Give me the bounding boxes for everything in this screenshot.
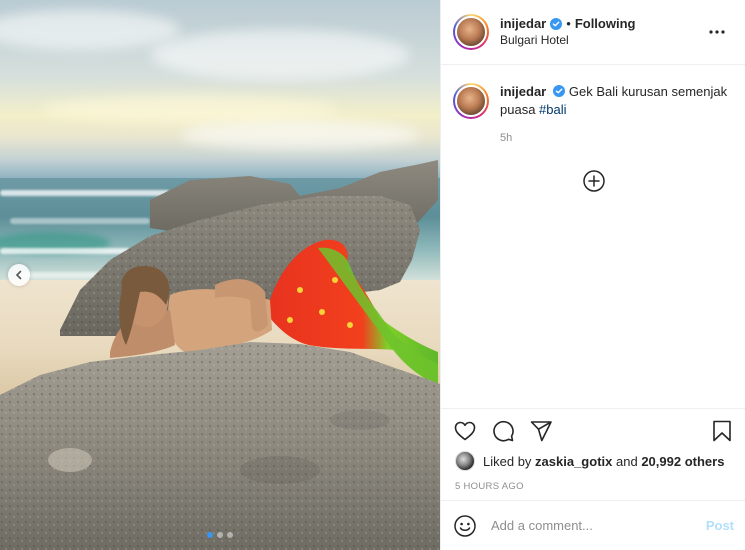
- post-details-panel: inijedar • Following Bulgari Hotel inije…: [440, 0, 745, 550]
- username-link[interactable]: inijedar: [500, 15, 546, 32]
- following-button[interactable]: Following: [575, 15, 636, 32]
- liker-username-link[interactable]: zaskia_gotix: [535, 454, 612, 469]
- carousel-dot: [217, 532, 223, 538]
- verified-icon: [552, 85, 565, 97]
- action-bar: [441, 409, 745, 453]
- post-comment-button[interactable]: Post: [706, 518, 734, 533]
- separator-dot: •: [566, 16, 571, 31]
- more-options-icon: [709, 30, 725, 34]
- comment-input[interactable]: [491, 518, 706, 533]
- likes-prefix: Liked by: [483, 453, 532, 469]
- chevron-left-icon: [15, 270, 22, 280]
- likes-count-link[interactable]: 20,992 others: [641, 454, 724, 469]
- caption: inijedar Gek Bali kurusan semenjak puasa…: [441, 66, 745, 147]
- post-timestamp[interactable]: 5 HOURS AGO: [441, 481, 745, 492]
- hashtag-link[interactable]: #bali: [539, 102, 566, 117]
- share-icon[interactable]: [529, 419, 553, 443]
- comment-icon[interactable]: [491, 419, 515, 443]
- bookmark-icon[interactable]: [710, 419, 734, 443]
- previous-slide-button[interactable]: [8, 264, 30, 286]
- verified-icon: [550, 17, 563, 30]
- liker-avatar[interactable]: [455, 451, 475, 471]
- beach-scene: [0, 160, 440, 550]
- caption-username-link[interactable]: inijedar: [500, 84, 546, 99]
- location-link[interactable]: Bulgari Hotel: [500, 32, 705, 49]
- carousel-dot: [227, 532, 233, 538]
- likes-middle: and: [616, 453, 638, 469]
- emoji-icon[interactable]: [453, 514, 477, 538]
- avatar[interactable]: [453, 14, 489, 50]
- comments-area: inijedar Gek Bali kurusan semenjak puasa…: [441, 66, 745, 406]
- caption-time[interactable]: 5h: [500, 129, 734, 147]
- more-options-button[interactable]: [705, 20, 729, 44]
- actions-section: Liked by zaskia_gotix and 20,992 others …: [441, 408, 745, 492]
- likes-summary: Liked by zaskia_gotix and 20,992 others: [441, 451, 745, 471]
- carousel-dots: [0, 532, 440, 538]
- avatar[interactable]: [453, 83, 489, 119]
- carousel-dot: [207, 532, 213, 538]
- heart-icon[interactable]: [453, 419, 477, 443]
- post-photo[interactable]: [0, 0, 440, 550]
- comment-form: Post: [441, 500, 745, 550]
- load-more-icon[interactable]: [582, 169, 606, 193]
- post-header: inijedar • Following Bulgari Hotel: [441, 0, 745, 65]
